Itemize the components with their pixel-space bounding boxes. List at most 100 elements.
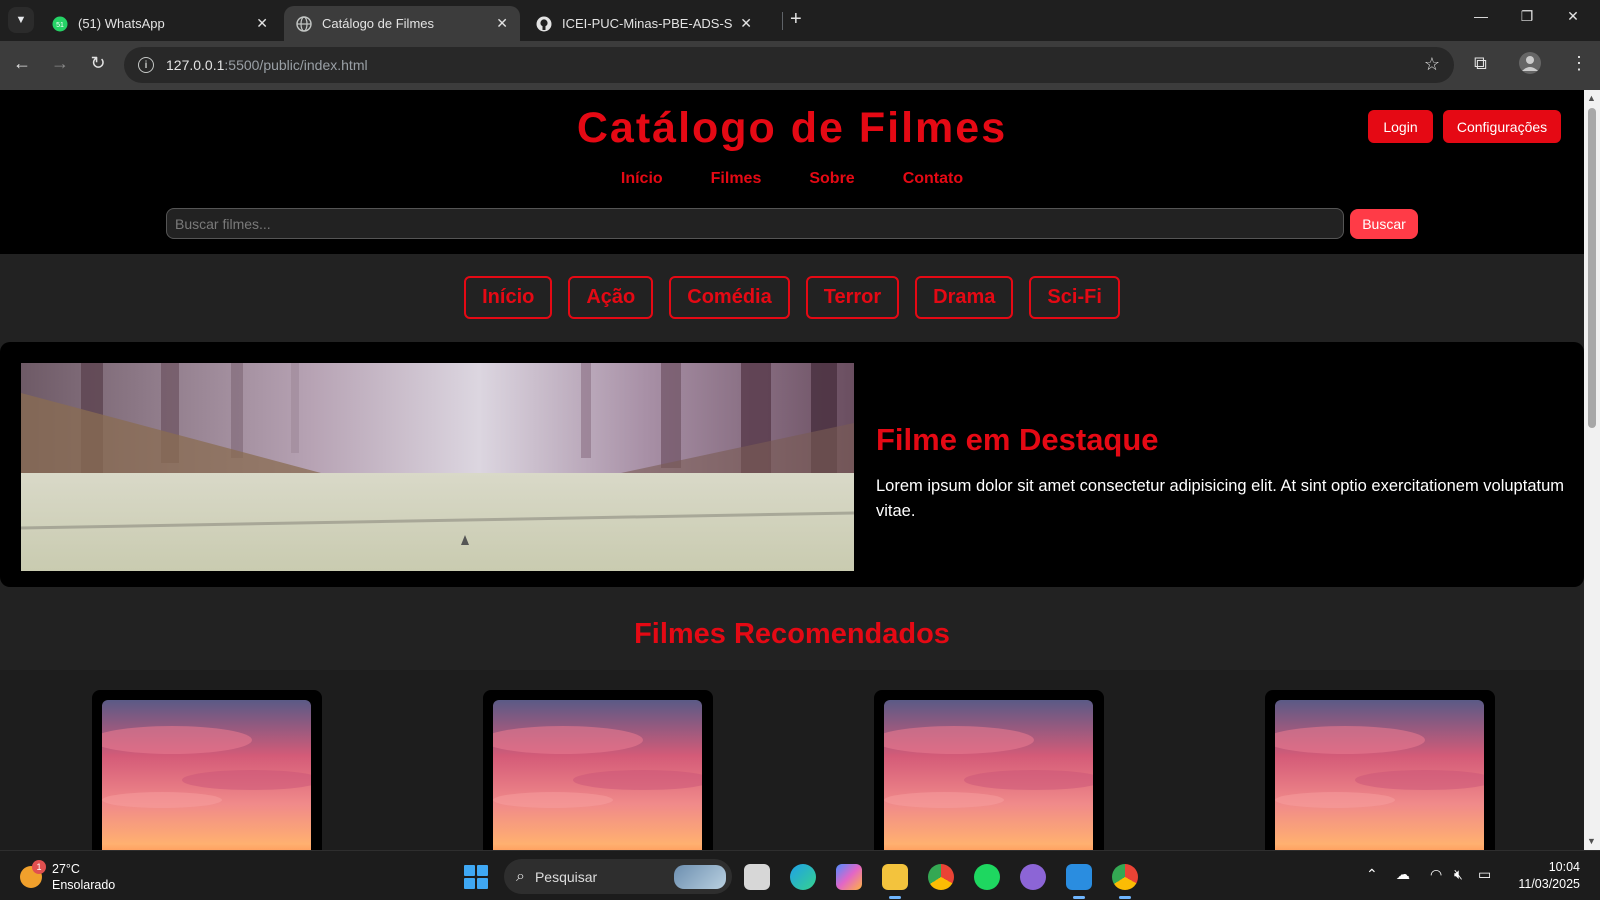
close-icon[interactable]: ✕: [256, 15, 268, 32]
scroll-down-arrow[interactable]: ▼: [1587, 836, 1596, 846]
login-button[interactable]: Login: [1368, 110, 1433, 143]
onedrive-icon[interactable]: ☁: [1396, 866, 1410, 883]
minimize-button[interactable]: —: [1458, 8, 1504, 24]
movie-poster: [493, 700, 702, 850]
volume-muted-icon[interactable]: 🔇︎: [1454, 866, 1463, 883]
extensions-icon[interactable]: ⧉: [1474, 53, 1487, 74]
menu-kebab-icon[interactable]: ⋮: [1570, 53, 1588, 74]
vscode-icon[interactable]: [1066, 864, 1092, 899]
tab-whatsapp[interactable]: 51 (51) WhatsApp ✕: [40, 6, 280, 41]
featured-description: Lorem ipsum dolor sit amet consectetur a…: [876, 477, 1564, 520]
sunset-image: [493, 700, 702, 850]
chrome-icon[interactable]: [928, 864, 954, 890]
movie-card[interactable]: [874, 690, 1104, 850]
site-header: Catálogo de Filmes Login Configurações I…: [0, 90, 1584, 254]
nav-link-contato[interactable]: Contato: [903, 170, 963, 188]
featured-section: Filme em Destaque Lorem ipsum dolor sit …: [0, 342, 1584, 587]
windows-start-button[interactable]: [464, 865, 488, 889]
browser-tab-bar: ▼ 51 (51) WhatsApp ✕ Catálogo de Filmes …: [0, 0, 1600, 41]
new-tab-button[interactable]: +: [790, 8, 802, 31]
movie-poster: [102, 700, 311, 850]
browser-toolbar: ← → ↻ i 127.0.0.1:5500/public/index.html…: [0, 41, 1600, 90]
sunset-image: [884, 700, 1093, 850]
close-icon[interactable]: ✕: [740, 15, 752, 32]
page-viewport: Catálogo de Filmes Login Configurações I…: [0, 90, 1584, 850]
category-drama[interactable]: Drama: [915, 276, 1014, 319]
category-inicio[interactable]: Início: [464, 276, 553, 319]
site-info-icon[interactable]: i: [138, 57, 154, 73]
movie-poster: [884, 700, 1093, 850]
github-icon: [536, 16, 552, 31]
edge-icon[interactable]: [790, 864, 816, 890]
url-host: 127.0.0.1: [166, 57, 225, 73]
bookmark-star-icon[interactable]: ☆: [1424, 54, 1440, 75]
search-button[interactable]: Buscar: [1350, 209, 1418, 239]
category-comedia[interactable]: Comédia: [669, 276, 790, 319]
category-terror[interactable]: Terror: [805, 276, 900, 319]
tab-label: (51) WhatsApp: [78, 16, 165, 31]
weather-desc: Ensolarado: [52, 878, 116, 892]
wifi-icon[interactable]: ◠: [1430, 866, 1442, 883]
chrome-active-icon[interactable]: [1112, 864, 1138, 899]
weather-widget[interactable]: 1 27°C Ensolarado: [20, 860, 116, 893]
movie-card[interactable]: [92, 690, 322, 850]
nav-link-filmes[interactable]: Filmes: [711, 170, 762, 188]
taskbar-search[interactable]: ⌕ Pesquisar: [504, 859, 732, 894]
restore-button[interactable]: ❐: [1504, 8, 1550, 25]
reload-button[interactable]: ↻: [86, 53, 110, 74]
sunset-image: [1275, 700, 1484, 850]
close-icon[interactable]: ✕: [496, 15, 508, 32]
task-view-icon[interactable]: [744, 864, 770, 890]
category-scifi[interactable]: Sci-Fi: [1029, 276, 1120, 319]
windows-taskbar: 1 27°C Ensolarado ⌕ Pesquisar ⌃ ☁ ◠ 🔇︎ ▭…: [0, 850, 1600, 900]
page-scrollbar[interactable]: ▲ ▼: [1584, 90, 1600, 850]
profile-avatar[interactable]: [1518, 51, 1542, 80]
recommended-grid: [0, 670, 1584, 850]
spotify-icon[interactable]: [974, 864, 1000, 890]
copilot-icon[interactable]: [836, 864, 862, 890]
tab-label: Catálogo de Filmes: [322, 16, 434, 31]
whatsapp-icon: 51: [52, 16, 68, 31]
tab-separator: [782, 12, 783, 30]
scroll-up-arrow[interactable]: ▲: [1587, 93, 1596, 103]
page-title: Catálogo de Filmes: [576, 104, 1008, 152]
recommended-title: Filmes Recomendados: [634, 618, 950, 650]
category-bar: Início Ação Comédia Terror Drama Sci-Fi: [0, 276, 1584, 319]
scrollbar-thumb[interactable]: [1588, 108, 1596, 428]
back-button[interactable]: ←: [10, 53, 34, 74]
weather-temp: 27°C: [52, 862, 80, 876]
search-input[interactable]: [166, 208, 1344, 239]
featured-title: Filme em Destaque: [876, 422, 1159, 457]
url-path: :5500/public/index.html: [224, 57, 368, 73]
movie-poster: [1275, 700, 1484, 850]
search-icon: ⌕: [516, 867, 525, 885]
github-desktop-icon[interactable]: [1020, 864, 1046, 890]
movie-card[interactable]: [483, 690, 713, 850]
tab-catalogo[interactable]: Catálogo de Filmes ✕: [284, 6, 520, 41]
settings-button[interactable]: Configurações: [1443, 110, 1561, 143]
chevron-up-icon[interactable]: ⌃: [1366, 866, 1378, 883]
tab-search-button[interactable]: ▼: [8, 7, 34, 33]
avatar-icon: [1519, 52, 1541, 74]
system-clock[interactable]: 10:04 11/03/2025: [1500, 859, 1580, 893]
search-highlight-icon: [674, 865, 726, 889]
tab-github[interactable]: ICEI-PUC-Minas-PBE-ADS-SI/tr ✕: [524, 6, 764, 41]
nav-link-inicio[interactable]: Início: [621, 170, 663, 188]
sun-icon: 1: [20, 860, 46, 888]
featured-image[interactable]: [21, 363, 854, 571]
movie-card[interactable]: [1265, 690, 1495, 850]
taskbar-search-label: Pesquisar: [534, 868, 598, 885]
sunset-image: [102, 700, 311, 850]
address-bar[interactable]: i 127.0.0.1:5500/public/index.html ☆: [124, 47, 1454, 83]
main-nav: Início Filmes Sobre Contato: [0, 170, 1584, 188]
close-window-button[interactable]: ✕: [1550, 8, 1596, 25]
category-acao[interactable]: Ação: [568, 276, 654, 319]
clock-time: 10:04: [1548, 860, 1580, 874]
clock-date: 11/03/2025: [1518, 877, 1580, 891]
battery-icon[interactable]: ▭: [1478, 866, 1491, 883]
file-explorer-icon[interactable]: [882, 864, 908, 899]
notification-badge: 1: [32, 860, 46, 874]
nav-link-sobre[interactable]: Sobre: [809, 170, 854, 188]
forest-road-image: [21, 363, 854, 571]
forward-button[interactable]: →: [48, 53, 72, 74]
